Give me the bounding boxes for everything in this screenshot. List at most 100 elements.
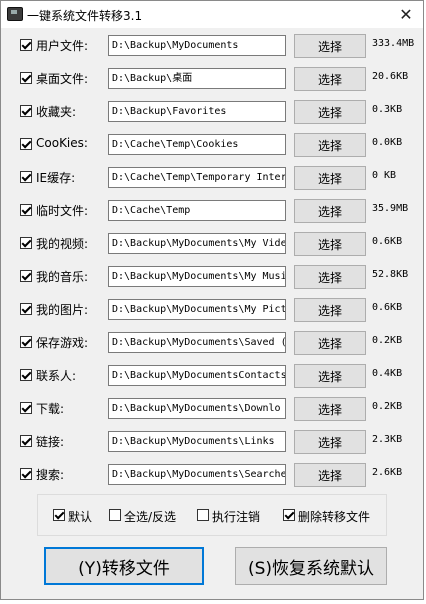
close-button[interactable]: ✕ xyxy=(389,1,423,28)
folder-path-field[interactable]: D:\Backup\MyDocuments xyxy=(108,35,286,56)
folder-row-label: IE缓存: xyxy=(36,171,76,185)
folder-size: 0 KB xyxy=(372,170,397,181)
select-folder-button[interactable]: 选择 xyxy=(294,100,366,124)
folder-row-label: 收藏夹: xyxy=(36,105,77,119)
folder-row: 下载: D:\Backup\MyDocuments\Downlo 选择 0.2KB xyxy=(1,396,423,422)
folder-size: 0.2KB xyxy=(372,401,403,412)
folder-size: 0.4KB xyxy=(372,368,403,379)
option-select-all-label: 全选/反选 xyxy=(124,510,177,524)
folder-size: 0.3KB xyxy=(372,104,403,115)
folder-size: 0.0KB xyxy=(372,137,403,148)
select-folder-button[interactable]: 选择 xyxy=(294,34,366,58)
select-folder-button[interactable]: 选择 xyxy=(294,298,366,322)
folder-path-field[interactable]: D:\Backup\MyDocuments\My Musi xyxy=(108,266,286,287)
folder-row: 桌面文件: D:\Backup\桌面 选择 20.6KB xyxy=(1,66,423,92)
folder-row: 用户文件: D:\Backup\MyDocuments 选择 333.4MB xyxy=(1,33,423,59)
option-logoff-checkbox[interactable] xyxy=(197,509,209,521)
select-folder-button[interactable]: 选择 xyxy=(294,331,366,355)
folder-path-field[interactable]: D:\Backup\MyDocumentsContacts xyxy=(108,365,286,386)
folder-row-checkbox[interactable] xyxy=(20,402,32,414)
folder-size: 52.8KB xyxy=(372,269,409,280)
folder-row: 联系人: D:\Backup\MyDocumentsContacts 选择 0.4KB xyxy=(1,363,423,389)
folder-row-checkbox[interactable] xyxy=(20,105,32,117)
folder-row-checkbox[interactable] xyxy=(20,435,32,447)
select-folder-button[interactable]: 选择 xyxy=(294,133,366,157)
folder-row-checkbox[interactable] xyxy=(20,468,32,480)
folder-row-checkbox[interactable] xyxy=(20,270,32,282)
folder-size: 20.6KB xyxy=(372,71,409,82)
folder-row: IE缓存: D:\Cache\Temp\Temporary Inter 选择 0 KB xyxy=(1,165,423,191)
folder-path-field[interactable]: D:\Cache\Temp\Temporary Inter xyxy=(108,167,286,188)
folder-row-label: 联系人: xyxy=(36,369,77,383)
folder-size: 2.3KB xyxy=(372,434,403,445)
folder-row: 搜索: D:\Backup\MyDocuments\Searche 选择 2.6KB xyxy=(1,462,423,488)
folder-size: 333.4MB xyxy=(372,38,415,49)
window-title: 一键系统文件转移3.1 xyxy=(27,9,143,23)
folder-row-checkbox[interactable] xyxy=(20,39,32,51)
folder-row-label: 我的视频: xyxy=(36,237,89,251)
select-folder-button[interactable]: 选择 xyxy=(294,463,366,487)
folder-row-label: 我的音乐: xyxy=(36,270,89,284)
folder-size: 0.6KB xyxy=(372,236,403,247)
folder-row-checkbox[interactable] xyxy=(20,369,32,381)
folder-path-field[interactable]: D:\Backup\MyDocuments\My Pict xyxy=(108,299,286,320)
folder-row-label: 下载: xyxy=(36,402,65,416)
folder-row: 临时文件: D:\Cache\Temp 选择 35.9MB xyxy=(1,198,423,224)
title-bar: 一键系统文件转移3.1 ✕ xyxy=(1,1,423,28)
options-group: 默认 全选/反选 执行注销 删除转移文件 xyxy=(37,494,387,536)
folder-row: 链接: D:\Backup\MyDocuments\Links 选择 2.3KB xyxy=(1,429,423,455)
select-folder-button[interactable]: 选择 xyxy=(294,430,366,454)
select-folder-button[interactable]: 选择 xyxy=(294,199,366,223)
folder-row-checkbox[interactable] xyxy=(20,237,32,249)
folder-path-field[interactable]: D:\Cache\Temp\Cookies xyxy=(108,134,286,155)
folder-row-label: 桌面文件: xyxy=(36,72,89,86)
folder-path-field[interactable]: D:\Backup\MyDocuments\My Vide xyxy=(108,233,286,254)
folder-path-field[interactable]: D:\Backup\MyDocuments\Searche xyxy=(108,464,286,485)
folder-row: 我的音乐: D:\Backup\MyDocuments\My Musi 选择 52.8… xyxy=(1,264,423,290)
select-folder-button[interactable]: 选择 xyxy=(294,232,366,256)
app-window: 一键系统文件转移3.1 ✕ 用户文件: D:\Backup\MyDocuments… xyxy=(0,0,424,600)
folder-size: 0.2KB xyxy=(372,335,403,346)
folder-size: 35.9MB xyxy=(372,203,409,214)
folder-path-field[interactable]: D:\Cache\Temp xyxy=(108,200,286,221)
folder-row-label: 保存游戏: xyxy=(36,336,89,350)
folder-path-field[interactable]: D:\Backup\MyDocuments\Links xyxy=(108,431,286,452)
folder-row: 我的图片: D:\Backup\MyDocuments\My Pict 选择 0.6K… xyxy=(1,297,423,323)
transfer-button[interactable]: (Y)转移文件 xyxy=(44,547,204,585)
folder-row-checkbox[interactable] xyxy=(20,303,32,315)
folder-row-label: 用户文件: xyxy=(36,39,89,53)
folder-row-label: CooKies: xyxy=(36,136,88,150)
folder-row-label: 链接: xyxy=(36,435,65,449)
option-default-label: 默认 xyxy=(68,510,93,524)
select-folder-button[interactable]: 选择 xyxy=(294,67,366,91)
option-default-checkbox[interactable] xyxy=(53,509,65,521)
folder-row: 收藏夹: D:\Backup\Favorites 选择 0.3KB xyxy=(1,99,423,125)
folder-row-label: 临时文件: xyxy=(36,204,89,218)
select-folder-button[interactable]: 选择 xyxy=(294,265,366,289)
select-folder-button[interactable]: 选择 xyxy=(294,364,366,388)
folder-row-checkbox[interactable] xyxy=(20,204,32,216)
folder-path-field[interactable]: D:\Backup\桌面 xyxy=(108,68,286,89)
folder-row: CooKies: D:\Cache\Temp\Cookies 选择 0.0KB xyxy=(1,132,423,158)
select-folder-button[interactable]: 选择 xyxy=(294,397,366,421)
option-delete-moved-checkbox[interactable] xyxy=(283,509,295,521)
option-delete-moved-label: 删除转移文件 xyxy=(298,510,371,524)
folder-row-checkbox[interactable] xyxy=(20,72,32,84)
folder-row-label: 我的图片: xyxy=(36,303,89,317)
folder-row-label: 搜索: xyxy=(36,468,65,482)
restore-defaults-button[interactable]: (S)恢复系统默认 xyxy=(235,547,387,585)
folder-path-field[interactable]: D:\Backup\MyDocuments\Saved ( xyxy=(108,332,286,353)
folder-row-checkbox[interactable] xyxy=(20,336,32,348)
app-icon xyxy=(7,7,23,21)
option-logoff-label: 执行注销 xyxy=(212,510,261,524)
folder-size: 0.6KB xyxy=(372,302,403,313)
folder-row-checkbox[interactable] xyxy=(20,138,32,150)
option-select-all-checkbox[interactable] xyxy=(109,509,121,521)
folder-size: 2.6KB xyxy=(372,467,403,478)
select-folder-button[interactable]: 选择 xyxy=(294,166,366,190)
folder-row: 保存游戏: D:\Backup\MyDocuments\Saved ( 选择 0.2K… xyxy=(1,330,423,356)
folder-path-field[interactable]: D:\Backup\MyDocuments\Downlo xyxy=(108,398,286,419)
folder-path-field[interactable]: D:\Backup\Favorites xyxy=(108,101,286,122)
folder-row: 我的视频: D:\Backup\MyDocuments\My Vide 选择 0.6K… xyxy=(1,231,423,257)
folder-row-checkbox[interactable] xyxy=(20,171,32,183)
